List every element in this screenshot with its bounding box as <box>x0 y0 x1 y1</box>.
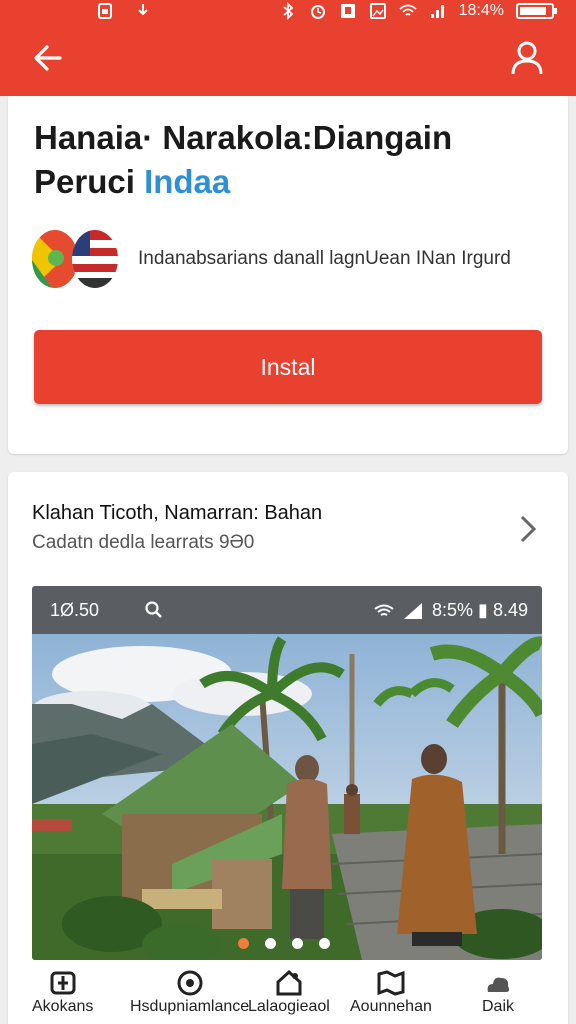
screenshot-preview[interactable]: 1Ø.50 8:5% ▮ 8.49 <box>32 586 542 960</box>
preview-time: 1Ø.50 <box>50 600 100 620</box>
tab-label: Aounnehan <box>350 998 432 1015</box>
map-icon <box>377 970 405 996</box>
wifi-icon <box>374 604 394 616</box>
bottom-tabs: Akokans Hsdupniamlance Lalaogieaol Aounn… <box>32 970 542 1024</box>
flag-logo-icon <box>72 230 118 288</box>
tab-label: Daik <box>482 998 515 1015</box>
cloud-icon <box>487 977 510 992</box>
details-subtitle: Cadatn dedla learrats 9Ə0 <box>32 532 255 553</box>
target-icon <box>177 970 203 996</box>
app-title-line2: Peruci <box>34 163 135 200</box>
app-title: Hanaia· Narakola:Diangain Peruci Indaa <box>34 116 534 204</box>
status-bar: 18:4% <box>0 0 576 24</box>
chevron-right-icon[interactable] <box>518 514 538 544</box>
preview-status-bar: 1Ø.50 8:5% ▮ 8.49 <box>32 586 542 634</box>
signal-icon <box>430 5 444 18</box>
user-icon[interactable] <box>510 40 544 76</box>
tab-aounnehan[interactable]: Aounnehan <box>350 970 432 1016</box>
developer-row[interactable]: Indanabsarians danall lagnUean INan Irgu… <box>32 230 552 290</box>
tab-label: Lalaogieaol <box>248 998 330 1015</box>
sim-icon <box>98 3 112 19</box>
notification-icon <box>340 4 355 18</box>
arrow-left-icon[interactable] <box>30 40 66 76</box>
tab-hsdupniamlance[interactable]: Hsdupniamlance <box>130 970 249 1016</box>
signal-icon <box>404 602 423 619</box>
tab-daik[interactable]: Daik <box>482 970 514 1016</box>
app-title-accent: Indaa <box>144 163 231 200</box>
home-icon <box>276 970 302 996</box>
developer-name: Indanabsarians danall lagnUean INan Irgu… <box>138 248 511 269</box>
search-icon <box>145 601 162 618</box>
tab-label: Akokans <box>32 998 94 1015</box>
details-title[interactable]: Klahan Ticoth, Namarran: Bahan <box>32 502 322 525</box>
pager-dot[interactable] <box>292 938 303 949</box>
install-button[interactable]: Instal <box>34 330 542 404</box>
apps-icon <box>50 971 76 995</box>
tab-lalaogieaol[interactable]: Lalaogieaol <box>248 970 330 1016</box>
pager-dot[interactable] <box>265 938 276 949</box>
tab-label: Hsdupniamlance <box>130 998 250 1015</box>
app-header-card: Hanaia· Narakola:Diangain Peruci Indaa I… <box>8 96 568 454</box>
pager-dot[interactable] <box>238 938 249 949</box>
alarm-icon <box>310 5 325 19</box>
battery-text: 18:4% <box>458 2 504 19</box>
tab-akokans[interactable]: Akokans <box>32 970 93 1016</box>
village-scene-image <box>32 634 542 960</box>
app-bar: 18:4% <box>0 0 576 96</box>
app-title-line1: Hanaia· Narakola:Diangain <box>34 119 453 156</box>
pager-dots <box>238 938 330 949</box>
preview-status-right: 8:5% ▮ 8.49 <box>432 600 528 620</box>
download-icon <box>138 4 148 16</box>
image-icon <box>369 3 386 19</box>
bluetooth-icon <box>283 2 293 20</box>
wifi-icon <box>399 4 417 16</box>
pager-dot[interactable] <box>319 938 330 949</box>
battery-icon <box>516 3 557 19</box>
details-card: Klahan Ticoth, Namarran: Bahan Cadatn de… <box>8 472 568 1024</box>
